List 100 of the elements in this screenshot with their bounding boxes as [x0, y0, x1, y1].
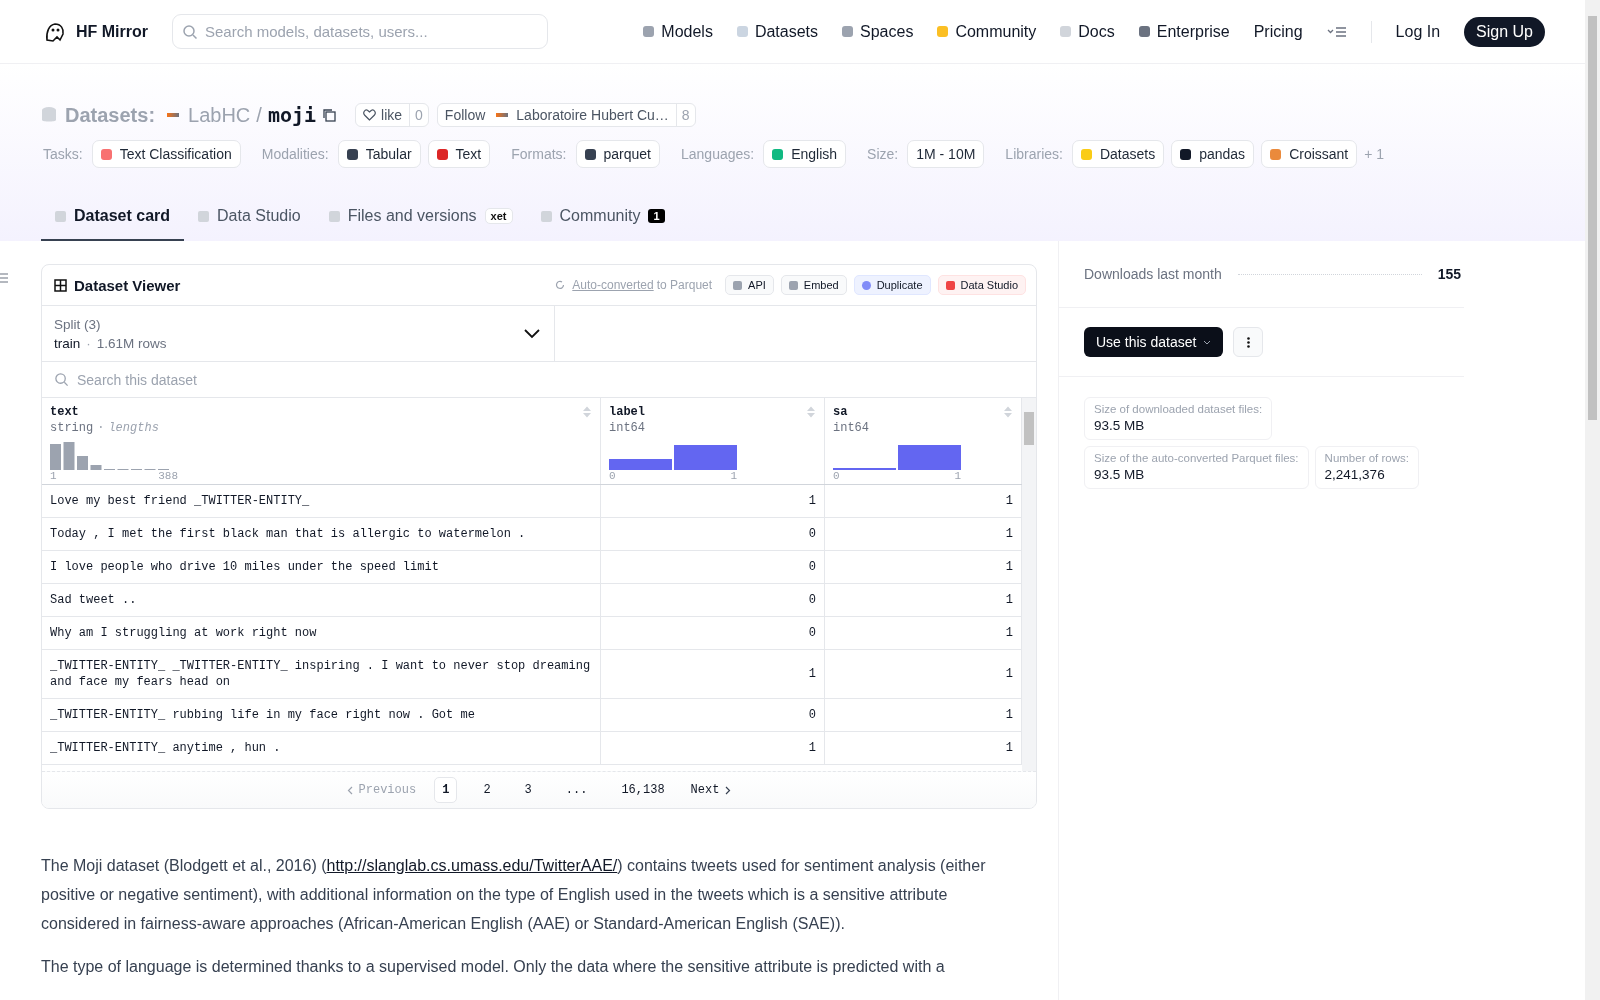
follow-button[interactable]: Follow Laboratoire Hubert Cu… 8	[436, 103, 696, 127]
viewer-action-button[interactable]: Duplicate	[853, 275, 931, 295]
table-cell: 0	[808, 527, 816, 541]
tag-chip[interactable]: pandas	[1171, 140, 1255, 168]
chevron-right-icon	[725, 785, 732, 795]
refresh-icon	[555, 280, 566, 290]
page-link[interactable]: 2	[475, 777, 499, 803]
table-cell: 1	[1005, 560, 1013, 574]
search-icon	[54, 372, 69, 387]
stat-value: 2,241,376	[1324, 467, 1386, 482]
sort-icon[interactable]	[582, 405, 592, 419]
tab[interactable]: Community 1	[526, 194, 679, 241]
axis-min-label: 0	[609, 470, 616, 482]
action-icon	[861, 280, 871, 290]
use-dataset-button[interactable]: Use this dataset	[1084, 327, 1224, 357]
page-link[interactable]: 1	[434, 777, 458, 803]
search-field[interactable]: Search models, datasets, users...	[172, 14, 548, 49]
table-scrollbar[interactable]	[1022, 398, 1036, 771]
tab[interactable]: Data Studio	[184, 194, 315, 241]
nav-link[interactable]: Pricing	[1253, 22, 1303, 41]
table-cell: 0	[808, 560, 816, 574]
tab[interactable]: Dataset card	[41, 194, 185, 241]
page-link[interactable]: 16,138	[613, 777, 673, 803]
viewer-title: Dataset Viewer	[74, 276, 181, 294]
tag-group-label: Languages:	[681, 146, 755, 162]
nav-link[interactable]: Docs	[1060, 22, 1115, 41]
more-options-button[interactable]	[1233, 327, 1264, 357]
menu-icon[interactable]	[1326, 24, 1347, 39]
table-cell: 1	[1005, 667, 1013, 681]
page-scrollbar[interactable]	[1585, 0, 1600, 1000]
column-name: label	[609, 405, 645, 419]
nav-link[interactable]: Spaces	[842, 22, 914, 41]
nav-icon	[842, 26, 854, 37]
follow-label: Follow	[444, 107, 486, 123]
split-value: train	[54, 335, 81, 351]
repo-name[interactable]: moji	[267, 103, 317, 127]
table-cell: 1	[808, 741, 816, 755]
nav-icon	[736, 26, 748, 37]
login-link[interactable]: Log In	[1395, 22, 1441, 41]
action-icon	[788, 280, 798, 290]
split-label: Split (3)	[54, 316, 102, 332]
viewer-action-button[interactable]: API	[725, 275, 774, 295]
heart-icon	[363, 109, 377, 121]
table-cell: Why am I struggling at work right now	[50, 626, 317, 640]
action-icon	[945, 280, 955, 290]
table-cell: 1	[1005, 494, 1013, 508]
stat-label: Size of downloaded dataset files:	[1094, 403, 1263, 415]
like-label: like	[381, 107, 403, 123]
dataset-link[interactable]: http://slanglab.cs.umass.edu/TwitterAAE/	[326, 857, 618, 874]
nav-link[interactable]: Enterprise	[1138, 22, 1230, 41]
table-cell: 1	[1005, 708, 1013, 722]
search-icon	[182, 24, 198, 40]
action-icon	[733, 280, 743, 290]
nav-link[interactable]: Models	[643, 22, 713, 41]
viewer-action-button[interactable]: Data Studio	[937, 275, 1026, 295]
table-cell: _TWITTER-ENTITY_ _TWITTER-ENTITY_ inspiring . I want to never stop dreaming and face my fears head on	[50, 659, 591, 689]
tag-chip[interactable]: Text	[427, 140, 491, 168]
separator-dot: ·	[86, 335, 91, 351]
copy-icon[interactable]	[322, 107, 338, 123]
like-button[interactable]: like 0	[355, 103, 429, 127]
stat-label: Number of rows:	[1324, 452, 1409, 464]
chevron-down-icon	[524, 328, 540, 339]
column-type: int64	[609, 421, 645, 435]
brand-name[interactable]: HF Mirror	[76, 22, 148, 41]
tag-icon	[1270, 148, 1282, 160]
separator-dot: ·	[97, 421, 105, 435]
description-paragraph: The type of language is determined thanks to a supervised model. Only the data where the sensitive attribute is predicted with a	[41, 957, 946, 977]
tag-chip[interactable]: Tabular	[337, 140, 421, 168]
description-paragraph: The Moji dataset (Blodgett et al., 2016) (http://slanglab.cs.umass.edu/TwitterAAE/) contains tweets used for sentiment analysis (either positive or negative sentiment), with additional information on the type of English used in the tweets which is a sensitive attribute considered in fairness-aware approaches (African-American English (AAE) or Standard-American English (SAE)).	[41, 856, 987, 934]
tag-chip[interactable]: parquet	[575, 140, 660, 168]
sort-icon[interactable]	[1003, 405, 1013, 419]
nav-icon	[1060, 26, 1072, 37]
axis-max-label: 1	[954, 470, 961, 482]
xet-badge: xet	[484, 208, 513, 224]
sort-icon[interactable]	[806, 405, 816, 419]
stat-value: 93.5 MB	[1094, 418, 1146, 433]
table-cell: _TWITTER-ENTITY_ anytime , hun .	[50, 741, 281, 755]
nav-icon	[1138, 26, 1150, 37]
tab[interactable]: Files and versions xet	[314, 194, 527, 241]
nav-link[interactable]: Community	[937, 22, 1037, 41]
menu-icon[interactable]	[0, 273, 8, 283]
split-selector[interactable]: Split (3) train · 1.61M rows	[42, 306, 555, 361]
like-count: 0	[409, 104, 428, 126]
nav-icon	[937, 26, 949, 37]
signup-button[interactable]: Sign Up	[1464, 16, 1545, 47]
tag-chip[interactable]: Text Classification	[91, 140, 241, 168]
page-link[interactable]: 3	[516, 777, 540, 803]
stat-label: Size of the auto-converted Parquet files:	[1094, 452, 1299, 464]
tag-icon	[1180, 148, 1192, 160]
tag-chip[interactable]: Datasets	[1071, 140, 1165, 168]
next-page-link[interactable]: Next	[690, 783, 732, 797]
tag-chip[interactable]: English	[763, 140, 847, 168]
table-cell: 0	[808, 593, 816, 607]
tag-icon	[1080, 148, 1092, 160]
tag-chip[interactable]: Croissant	[1261, 140, 1358, 168]
tag-icon	[436, 148, 448, 160]
tag-chip[interactable]: 1M - 10M	[907, 140, 985, 168]
viewer-action-button[interactable]: Embed	[780, 275, 847, 295]
nav-link[interactable]: Datasets	[736, 22, 819, 41]
tag-group-label: Modalities:	[261, 146, 329, 162]
